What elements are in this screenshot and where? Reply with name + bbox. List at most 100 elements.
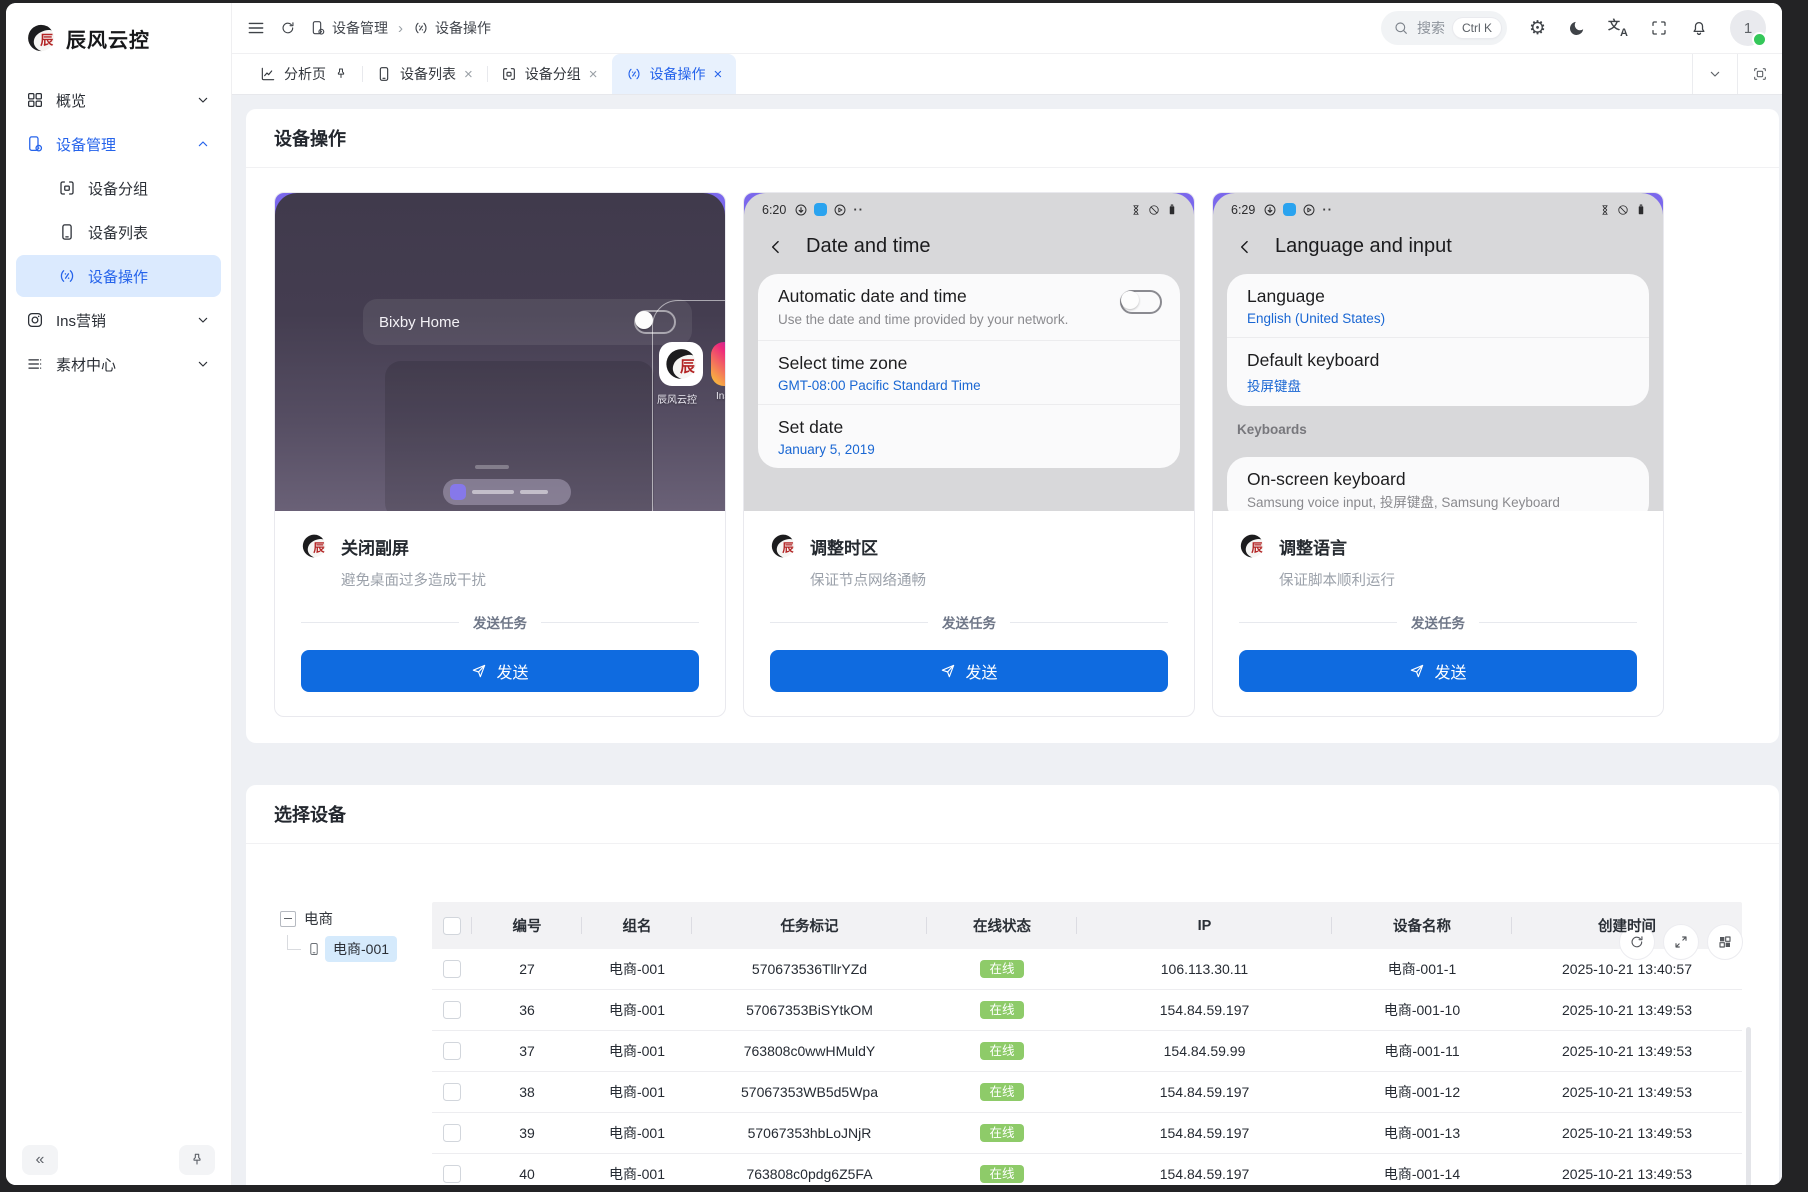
settings-item[interactable]: Select time zone GMT-08:00 Pacific Standa… (758, 339, 1180, 404)
table-row[interactable]: 27 电商-001 570673536TllrYZd 在线 106.113.30.11 电… (432, 949, 1742, 990)
theme-toggle-button[interactable] (1568, 19, 1586, 37)
table-cell: 37 (519, 1043, 535, 1059)
table-row[interactable]: 40 电商-001 763808c0pdg6Z5FA 在线 154.84.59.197 电… (432, 1154, 1742, 1185)
sidebar-collapse-button[interactable]: « (22, 1145, 58, 1175)
breadcrumb-item-device-ops[interactable]: 设备操作 (413, 18, 491, 38)
notifications-button[interactable] (1690, 19, 1708, 37)
table-row[interactable]: 37 电商-001 763808c0wwHMuldY 在线 154.84.59.99 电商… (432, 1031, 1742, 1072)
table-cell: 154.84.59.197 (1159, 1084, 1250, 1100)
settings-item[interactable]: Automatic date and time Use the date and … (758, 274, 1180, 340)
fullscreen-button[interactable] (1650, 19, 1668, 37)
column-header[interactable]: 在线状态 (927, 902, 1077, 949)
row-checkbox[interactable] (443, 1083, 461, 1101)
task-cards: Bixby Home辰辰风云控Ins辰关闭副屏避免桌面过多造成干扰发送任务发送6… (246, 168, 1779, 743)
close-icon[interactable]: × (714, 67, 723, 82)
table-scrollbar[interactable] (1746, 1027, 1751, 1185)
table-row[interactable]: 39 电商-001 57067353hbLoJNjR 在线 154.84.59.197 电… (432, 1113, 1742, 1154)
sidebar-item-ins-marketing[interactable]: Ins营销 (16, 299, 221, 341)
download-status-icon (1263, 203, 1277, 217)
settings-item[interactable]: Default keyboard 投屏键盘 (1227, 337, 1649, 406)
scan-box-icon (1752, 66, 1768, 82)
send-button[interactable]: 发送 (770, 650, 1168, 692)
sidebar-item-device-group[interactable]: 设备分组 (16, 167, 221, 209)
tab-analysis[interactable]: 分析页 (246, 54, 362, 94)
column-header[interactable]: 创建时间 (1512, 902, 1742, 949)
settings-item[interactable]: Set date January 5, 2019 (758, 403, 1180, 468)
battery-status-icon (1166, 204, 1178, 216)
device-ops-title: 设备操作 (246, 109, 1779, 168)
table-row[interactable]: 38 电商-001 57067353WB5d5Wpa 在线 154.84.59.197 电… (432, 1072, 1742, 1113)
sidebar-item-device-manage[interactable]: 设备管理 (16, 123, 221, 165)
toggle-off[interactable] (1120, 290, 1162, 314)
sidebar-item-device-list[interactable]: 设备列表 (16, 211, 221, 253)
task-subtitle: 保证脚本顺利运行 (1279, 573, 1395, 589)
device-select-panel: 选择设备 电商 电商-001 编号 组名 任务标记 在线状态 IP 设备名称 创… (246, 785, 1779, 1185)
table-cell: 154.84.59.197 (1159, 1002, 1250, 1018)
row-checkbox[interactable] (443, 1124, 461, 1142)
pin-icon[interactable] (334, 67, 348, 81)
tree-child-label[interactable]: 电商-001 (325, 935, 398, 962)
sidebar-item-device-ops[interactable]: 设备操作 (16, 255, 221, 297)
settings-item-value: GMT-08:00 Pacific Standard Time (778, 377, 981, 393)
table-cell: 电商-001-12 (1383, 1084, 1461, 1100)
device-manage-icon (26, 135, 44, 153)
tree-collapse-icon[interactable] (280, 910, 296, 927)
task-title: 调整语言 (1279, 538, 1347, 558)
column-header[interactable]: 组名 (582, 902, 692, 949)
close-icon[interactable]: × (464, 67, 473, 82)
tab-list-dropdown-button[interactable] (1692, 54, 1737, 94)
tab-label: 分析页 (284, 66, 326, 82)
tab-label: 设备操作 (649, 66, 706, 82)
row-checkbox[interactable] (443, 1165, 461, 1183)
tab-label: 设备列表 (400, 66, 456, 82)
task-screenshot: Bixby Home 辰辰风云控 Ins (275, 193, 725, 511)
send-plane-icon (471, 663, 487, 679)
phone-icon (58, 223, 76, 241)
sidebar: 辰 辰风云控 概览 设备管理 设备分组 设备列表 设备操作 Ins营销 素材中心 « (6, 3, 232, 1185)
send-button[interactable]: 发送 (301, 650, 699, 692)
table-row[interactable]: 36 电商-001 57067353BiSYtkOM 在线 154.84.59.197 电… (432, 990, 1742, 1031)
settings-button[interactable]: ⚙ (1529, 19, 1546, 38)
table-cell: 电商-001-14 (1383, 1166, 1461, 1182)
tab-device-group[interactable]: 设备分组 × (486, 54, 612, 94)
tree-node-child[interactable]: 电商-001 (287, 935, 398, 962)
settings-item[interactable]: Language English (United States) (1227, 274, 1649, 337)
menu-toggle-button[interactable] (246, 18, 266, 38)
search-input[interactable]: 搜索 Ctrl K (1380, 11, 1507, 45)
table-cell: 2025-10-21 13:49:53 (1562, 1084, 1692, 1100)
table-cell: 电商-001-10 (1383, 1002, 1461, 1018)
breadcrumb-label: 设备操作 (435, 20, 491, 36)
breadcrumb-item-device-manage[interactable]: 设备管理 (310, 18, 388, 38)
grid-icon (26, 91, 44, 109)
code-circle-icon (626, 66, 642, 82)
column-header[interactable]: IP (1077, 902, 1332, 949)
tab-device-ops[interactable]: 设备操作 × (611, 54, 737, 94)
sidebar-item-overview[interactable]: 概览 (16, 79, 221, 121)
refresh-button[interactable] (280, 20, 296, 36)
tree-node-root[interactable]: 电商 (280, 908, 397, 929)
instagram-icon (26, 311, 44, 329)
close-icon[interactable]: × (589, 67, 598, 82)
column-header[interactable]: 编号 (472, 902, 582, 949)
row-checkbox[interactable] (443, 960, 461, 978)
table-cell: 154.84.59.197 (1159, 1125, 1250, 1141)
back-icon[interactable] (1235, 237, 1255, 257)
tab-device-list[interactable]: 设备列表 × (362, 54, 487, 94)
svg-text:辰: 辰 (782, 541, 794, 555)
language-button[interactable]: 文A (1608, 18, 1628, 39)
user-avatar[interactable]: 1 (1730, 10, 1767, 47)
row-checkbox[interactable] (443, 1042, 461, 1060)
column-header[interactable]: 设备名称 (1332, 902, 1512, 949)
fullscreen-icon (1650, 19, 1668, 37)
refresh-view-button[interactable] (1737, 54, 1782, 94)
back-icon[interactable] (766, 237, 786, 257)
settings-item[interactable]: On-screen keyboard Samsung voice input, 投… (1227, 457, 1649, 511)
row-checkbox[interactable] (443, 1001, 461, 1019)
sidebar-item-material-center[interactable]: 素材中心 (16, 343, 221, 385)
sidebar-pin-button[interactable] (179, 1145, 215, 1175)
column-header[interactable]: 任务标记 (692, 902, 927, 949)
refresh-icon (280, 20, 296, 36)
select-all-checkbox[interactable] (443, 916, 461, 935)
app-icon-label: Ins (716, 391, 725, 402)
send-button[interactable]: 发送 (1239, 650, 1637, 692)
